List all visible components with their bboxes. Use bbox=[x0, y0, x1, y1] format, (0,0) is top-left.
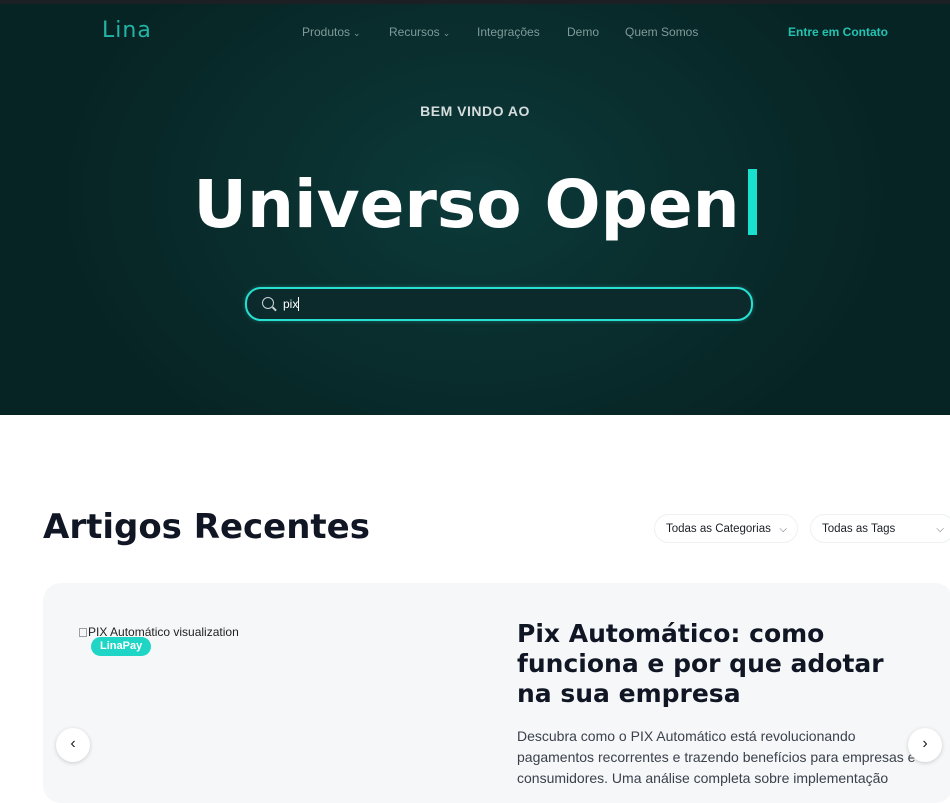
chevron-left-icon: ‹ bbox=[70, 735, 76, 752]
article-description: Descubra como o PIX Automático está revo… bbox=[517, 728, 916, 786]
search-icon bbox=[262, 297, 274, 309]
search-box[interactable] bbox=[245, 287, 753, 321]
chevron-down-icon: ⌵ bbox=[779, 524, 787, 535]
section-title: Artigos Recentes bbox=[43, 507, 370, 547]
article-title[interactable]: Pix Automático: como funciona e por que … bbox=[517, 619, 917, 709]
chevron-down-icon: ⌄ bbox=[353, 28, 361, 38]
hero-headline: Universo Open bbox=[0, 166, 950, 243]
chevron-down-icon: ⌄ bbox=[442, 28, 451, 38]
carousel-next-button[interactable]: › bbox=[908, 728, 942, 762]
broken-image-icon bbox=[79, 628, 87, 637]
chevron-down-icon: ⌵ bbox=[936, 524, 944, 535]
category-filter-label: Todas as Categorias bbox=[666, 523, 771, 535]
category-badge[interactable]: LinaPay bbox=[91, 637, 152, 656]
search-input[interactable] bbox=[283, 295, 723, 313]
hero-section: Lina Produtos ⌄ Recursos ⌄ Integrações Dem… bbox=[0, 4, 950, 415]
chevron-right-icon: › bbox=[922, 735, 928, 752]
headline-text: Universo Open bbox=[193, 166, 740, 243]
contact-link[interactable]: Entre em Contato bbox=[788, 25, 888, 39]
nav-label: Recursos bbox=[389, 25, 440, 39]
nav-item-demo[interactable]: Demo bbox=[567, 25, 599, 39]
typing-cursor bbox=[747, 169, 757, 235]
nav-item-produtos[interactable]: Produtos ⌄ bbox=[302, 25, 361, 39]
featured-article-card[interactable]: PIX Automático visualization LinaPay Pix… bbox=[43, 583, 950, 803]
text-caret bbox=[298, 297, 299, 311]
nav-item-recursos[interactable]: Recursos ⌄ bbox=[389, 25, 450, 39]
nav-item-integracoes[interactable]: Integrações bbox=[477, 25, 540, 39]
hero-welcome-text: BEM VINDO AO bbox=[420, 103, 530, 119]
nav-item-quem-somos[interactable]: Quem Somos bbox=[625, 25, 698, 39]
carousel-prev-button[interactable]: ‹ bbox=[56, 728, 90, 762]
tag-filter-label: Todas as Tags bbox=[822, 523, 896, 535]
nav-label: Produtos bbox=[302, 25, 351, 39]
tag-filter[interactable]: Todas as Tags ⌵ bbox=[810, 514, 950, 543]
category-filter[interactable]: Todas as Categorias ⌵ bbox=[654, 514, 798, 543]
